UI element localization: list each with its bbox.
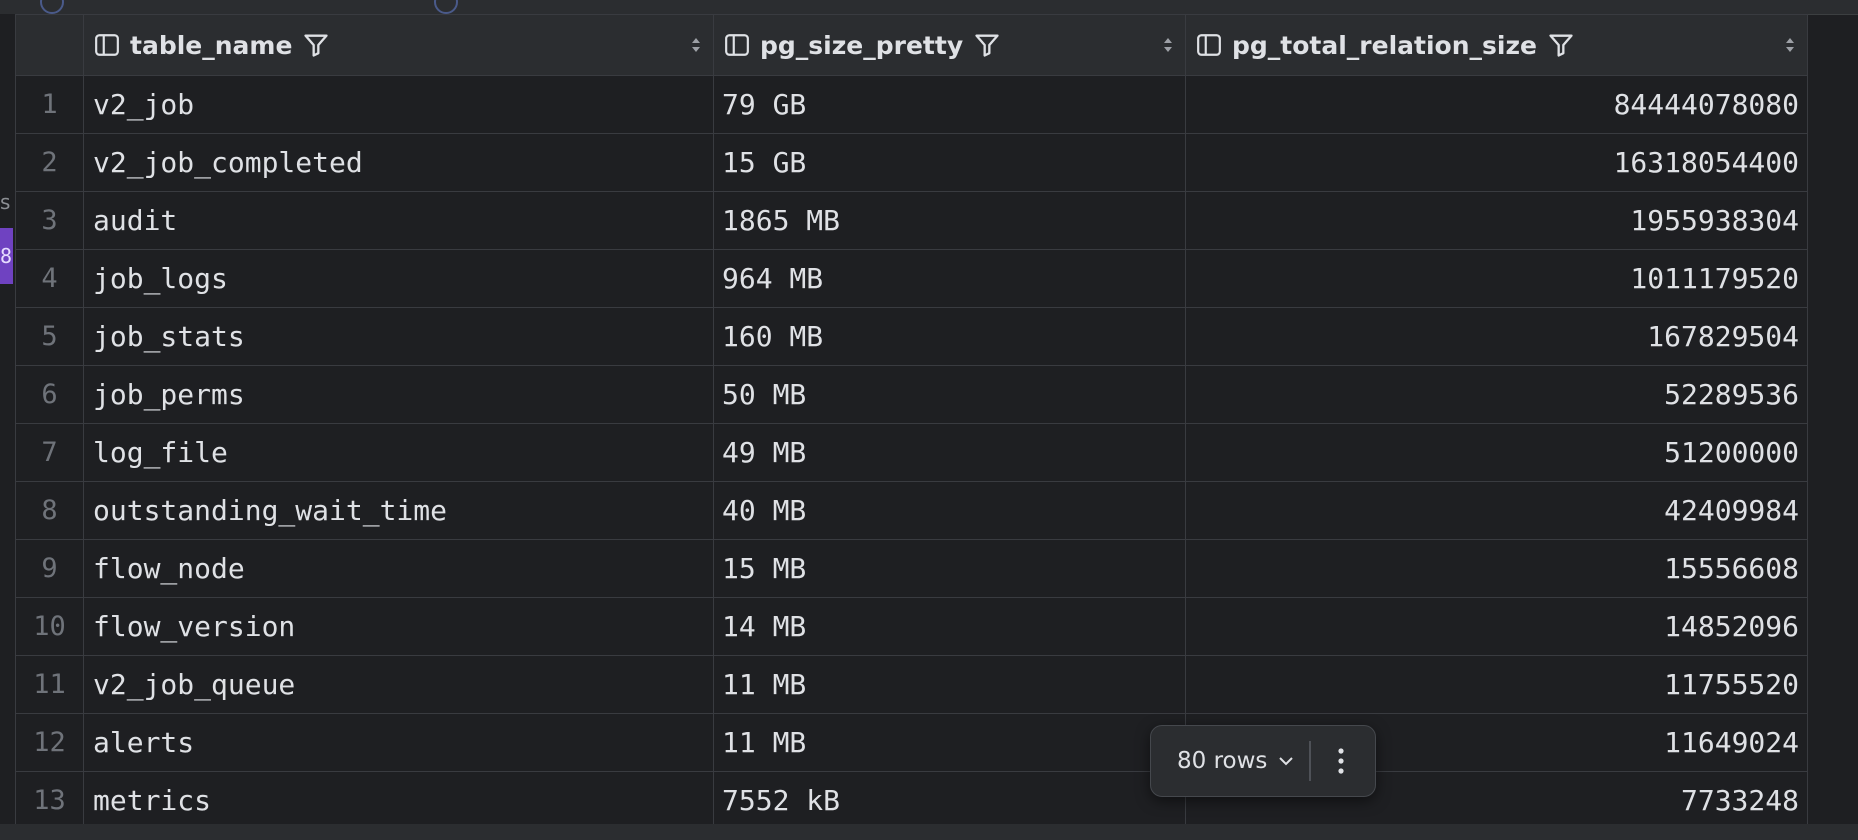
cell-pg-total-relation-size[interactable]: 14852096 (1185, 597, 1808, 656)
left-gutter (0, 14, 15, 824)
cell-pg-size-pretty[interactable]: 160 MB (713, 307, 1186, 366)
gutter-accent-tab[interactable]: 8 (0, 228, 13, 284)
top-toolbar (0, 0, 1858, 15)
sort-icon[interactable] (689, 34, 703, 56)
more-vertical-icon (1338, 748, 1345, 774)
row-number[interactable]: 4 (15, 249, 84, 308)
table-row[interactable]: 13 metrics 7552 kB 7733248 (15, 771, 1808, 830)
cell-table-name[interactable]: v2_job_queue (83, 655, 714, 714)
gutter-marker: s (0, 190, 11, 214)
cell-pg-size-pretty[interactable]: 79 GB (713, 75, 1186, 134)
cell-pg-size-pretty[interactable]: 7552 kB (713, 771, 1186, 830)
cell-pg-total-relation-size[interactable]: 84444078080 (1185, 75, 1808, 134)
column-header-pg-size-pretty[interactable]: pg_size_pretty (713, 14, 1186, 76)
row-number[interactable]: 9 (15, 539, 84, 598)
cell-table-name[interactable]: alerts (83, 713, 714, 772)
cell-table-name[interactable]: job_logs (83, 249, 714, 308)
row-number[interactable]: 7 (15, 423, 84, 482)
rows-per-page-dropdown[interactable]: 80 rows (1151, 726, 1295, 796)
cell-table-name[interactable]: audit (83, 191, 714, 250)
cell-pg-size-pretty[interactable]: 11 MB (713, 713, 1186, 772)
cell-pg-size-pretty[interactable]: 15 GB (713, 133, 1186, 192)
cell-table-name[interactable]: v2_job (83, 75, 714, 134)
cell-pg-total-relation-size[interactable]: 16318054400 (1185, 133, 1808, 192)
row-number[interactable]: 5 (15, 307, 84, 366)
cell-pg-size-pretty[interactable]: 14 MB (713, 597, 1186, 656)
column-icon (725, 34, 749, 56)
sort-icon[interactable] (1783, 34, 1797, 56)
cell-table-name[interactable]: v2_job_completed (83, 133, 714, 192)
toolbar-circle-icon[interactable] (434, 0, 458, 14)
cell-table-name[interactable]: metrics (83, 771, 714, 830)
table-row[interactable]: 2 v2_job_completed 15 GB 16318054400 (15, 133, 1808, 192)
table-row[interactable]: 8 outstanding_wait_time 40 MB 42409984 (15, 481, 1808, 540)
sort-icon[interactable] (1161, 34, 1175, 56)
row-number[interactable]: 8 (15, 481, 84, 540)
cell-pg-size-pretty[interactable]: 964 MB (713, 249, 1186, 308)
cell-pg-total-relation-size[interactable]: 11755520 (1185, 655, 1808, 714)
table-row[interactable]: 4 job_logs 964 MB 1011179520 (15, 249, 1808, 308)
filter-icon[interactable] (302, 31, 330, 59)
column-icon (1197, 34, 1221, 56)
cell-pg-total-relation-size[interactable]: 1955938304 (1185, 191, 1808, 250)
more-options-button[interactable] (1311, 726, 1371, 796)
toolbar-circle-icon[interactable] (40, 0, 64, 14)
table-row[interactable]: 6 job_perms 50 MB 52289536 (15, 365, 1808, 424)
row-number[interactable]: 2 (15, 133, 84, 192)
rows-count-label: 80 rows (1177, 748, 1268, 774)
row-number[interactable]: 3 (15, 191, 84, 250)
row-number[interactable]: 1 (15, 75, 84, 134)
cell-pg-size-pretty[interactable]: 50 MB (713, 365, 1186, 424)
cell-table-name[interactable]: job_perms (83, 365, 714, 424)
cell-table-name[interactable]: log_file (83, 423, 714, 482)
table-row[interactable]: 10 flow_version 14 MB 14852096 (15, 597, 1808, 656)
results-grid: table_name pg_size_pretty pg_total_relat… (15, 14, 1808, 830)
cell-pg-total-relation-size[interactable]: 167829504 (1185, 307, 1808, 366)
table-row[interactable]: 9 flow_node 15 MB 15556608 (15, 539, 1808, 598)
row-number[interactable]: 12 (15, 713, 84, 772)
cell-pg-size-pretty[interactable]: 49 MB (713, 423, 1186, 482)
row-number[interactable]: 11 (15, 655, 84, 714)
cell-table-name[interactable]: flow_node (83, 539, 714, 598)
column-header-table-name[interactable]: table_name (83, 14, 714, 76)
row-number[interactable]: 10 (15, 597, 84, 656)
cell-pg-size-pretty[interactable]: 1865 MB (713, 191, 1186, 250)
column-icon (95, 34, 119, 56)
cell-pg-total-relation-size[interactable]: 51200000 (1185, 423, 1808, 482)
filter-icon[interactable] (973, 31, 1001, 59)
cell-pg-total-relation-size[interactable]: 15556608 (1185, 539, 1808, 598)
chevron-down-icon (1279, 757, 1294, 766)
table-row[interactable]: 12 alerts 11 MB 11649024 (15, 713, 1808, 772)
cell-table-name[interactable]: outstanding_wait_time (83, 481, 714, 540)
filter-icon[interactable] (1547, 31, 1575, 59)
cell-pg-total-relation-size[interactable]: 52289536 (1185, 365, 1808, 424)
horizontal-scrollbar[interactable] (0, 824, 1858, 840)
cell-pg-size-pretty[interactable]: 40 MB (713, 481, 1186, 540)
cell-table-name[interactable]: flow_version (83, 597, 714, 656)
cell-pg-size-pretty[interactable]: 15 MB (713, 539, 1186, 598)
cell-pg-total-relation-size[interactable]: 1011179520 (1185, 249, 1808, 308)
cell-pg-total-relation-size[interactable]: 42409984 (1185, 481, 1808, 540)
column-header-label: table_name (130, 30, 293, 60)
table-row[interactable]: 7 log_file 49 MB 51200000 (15, 423, 1808, 482)
header-row: table_name pg_size_pretty pg_total_relat… (15, 14, 1808, 76)
row-number[interactable]: 13 (15, 771, 84, 830)
pagination-toolbar: 80 rows (1150, 725, 1376, 797)
table-row[interactable]: 11 v2_job_queue 11 MB 11755520 (15, 655, 1808, 714)
column-header-label: pg_total_relation_size (1232, 30, 1537, 60)
table-row[interactable]: 1 v2_job 79 GB 84444078080 (15, 75, 1808, 134)
table-row[interactable]: 3 audit 1865 MB 1955938304 (15, 191, 1808, 250)
column-header-pg-total-relation-size[interactable]: pg_total_relation_size (1185, 14, 1808, 76)
row-number[interactable]: 6 (15, 365, 84, 424)
table-row[interactable]: 5 job_stats 160 MB 167829504 (15, 307, 1808, 366)
cell-pg-size-pretty[interactable]: 11 MB (713, 655, 1186, 714)
column-header-label: pg_size_pretty (760, 30, 964, 60)
cell-table-name[interactable]: job_stats (83, 307, 714, 366)
select-all-corner[interactable] (15, 14, 84, 76)
